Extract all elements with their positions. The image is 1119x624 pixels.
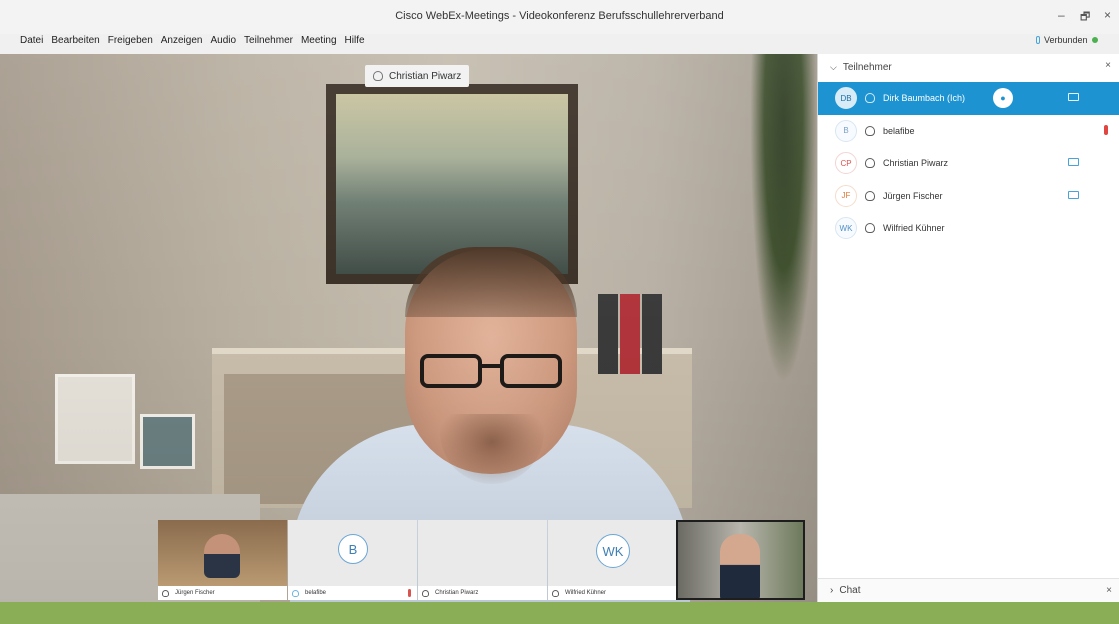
participant-name: Wilfried Kühner bbox=[883, 223, 945, 234]
avatar: WK bbox=[835, 217, 857, 240]
participant-row[interactable]: WK Wilfried Kühner bbox=[818, 212, 1119, 245]
chat-label: Chat bbox=[839, 585, 861, 596]
participant-row[interactable]: DB Dirk Baumbach (Ich) ● bbox=[818, 82, 1119, 115]
chevron-right-icon: › bbox=[830, 585, 834, 596]
participant-name: Christian Piwarz bbox=[883, 158, 949, 169]
participant-name: Jürgen Fischer bbox=[883, 190, 943, 201]
participant-row[interactable]: B belafibe bbox=[818, 115, 1119, 148]
menu-audio[interactable]: Audio bbox=[210, 35, 236, 51]
avatar: DB bbox=[835, 87, 857, 110]
thumbnail-video[interactable] bbox=[676, 520, 805, 600]
avatar: B bbox=[835, 119, 857, 142]
headset-icon bbox=[865, 223, 875, 234]
avatar: WK bbox=[596, 534, 630, 568]
muted-microphone-icon[interactable] bbox=[1104, 124, 1108, 135]
microphone-icon bbox=[1036, 36, 1040, 44]
chevron-down-icon: ⌵ bbox=[830, 61, 837, 72]
main-video[interactable]: Christian Piwarz Jürgen Fischer B belafi… bbox=[0, 54, 817, 602]
thumbnail-avatar[interactable]: B belafibe bbox=[288, 520, 417, 600]
headset-icon bbox=[292, 589, 299, 597]
headset-icon bbox=[865, 93, 875, 104]
avatar: JF bbox=[835, 184, 857, 207]
muted-microphone-icon bbox=[408, 589, 411, 597]
participant-name: Dirk Baumbach (Ich) bbox=[883, 93, 966, 104]
avatar: CP bbox=[835, 152, 857, 175]
participant-row[interactable]: JF Jürgen Fischer bbox=[818, 180, 1119, 213]
chat-close-button[interactable]: × bbox=[1106, 585, 1112, 596]
webex-window: Cisco WebEx-Meetings - Videokonferenz Be… bbox=[0, 0, 1119, 624]
thumbnail-name: belafibe bbox=[305, 590, 327, 596]
headset-icon bbox=[865, 125, 875, 136]
thumbnail-blank[interactable]: Christian Piwarz bbox=[418, 520, 547, 600]
avatar: B bbox=[338, 534, 368, 564]
participant-name: belafibe bbox=[883, 125, 915, 136]
thumbnail-name: Wilfried Kühner bbox=[565, 590, 607, 596]
footer-band bbox=[0, 602, 1119, 624]
minimize-button[interactable]: – bbox=[1058, 8, 1065, 22]
participant-video bbox=[720, 534, 760, 598]
maximize-button[interactable]: 🗗 bbox=[1080, 8, 1090, 27]
headset-icon bbox=[373, 71, 383, 81]
headset-icon bbox=[422, 589, 429, 597]
menu-teilnehmer[interactable]: Teilnehmer bbox=[244, 35, 293, 51]
active-speaker-label: Christian Piwarz bbox=[365, 65, 470, 87]
connection-status[interactable]: Verbunden bbox=[1036, 35, 1098, 45]
thumbnail-video[interactable]: Jürgen Fischer bbox=[158, 520, 287, 600]
participants-panel-title: Teilnehmer bbox=[842, 61, 892, 73]
participant-row[interactable]: CP Christian Piwarz bbox=[818, 147, 1119, 180]
participant-video bbox=[204, 534, 240, 578]
host-icon: ● bbox=[993, 88, 1013, 108]
connection-status-label: Verbunden bbox=[1044, 35, 1088, 45]
participants-panel: ⌵ Teilnehmer × DB Dirk Baumbach (Ich) ● … bbox=[817, 54, 1119, 602]
close-button[interactable]: × bbox=[1104, 8, 1111, 22]
camera-icon bbox=[1068, 93, 1079, 101]
chat-panel-header[interactable]: › Chat × bbox=[818, 578, 1119, 602]
headset-icon bbox=[552, 589, 559, 597]
headset-icon bbox=[865, 158, 875, 169]
menu-datei[interactable]: Datei bbox=[20, 35, 43, 51]
menu-bar: Datei Bearbeiten Freigeben Anzeigen Audi… bbox=[20, 35, 365, 51]
menu-bearbeiten[interactable]: Bearbeiten bbox=[51, 35, 99, 51]
panel-close-button[interactable]: × bbox=[1105, 60, 1111, 71]
participant-list: DB Dirk Baumbach (Ich) ● B belafibe CP C… bbox=[818, 82, 1119, 245]
menu-hilfe[interactable]: Hilfe bbox=[345, 35, 365, 51]
title-bar: Cisco WebEx-Meetings - Videokonferenz Be… bbox=[0, 0, 1119, 34]
menu-anzeigen[interactable]: Anzeigen bbox=[161, 35, 203, 51]
window-title: Cisco WebEx-Meetings - Videokonferenz Be… bbox=[395, 10, 724, 22]
menu-meeting[interactable]: Meeting bbox=[301, 35, 337, 51]
menu-freigeben[interactable]: Freigeben bbox=[108, 35, 153, 51]
thumbnail-name: Jürgen Fischer bbox=[175, 590, 215, 596]
camera-icon bbox=[1068, 190, 1079, 199]
thumbnail-avatar[interactable]: WK Wilfried Kühner bbox=[548, 520, 677, 600]
active-speaker-name: Christian Piwarz bbox=[389, 70, 462, 82]
connected-indicator-icon bbox=[1091, 37, 1098, 43]
camera-icon bbox=[1068, 158, 1079, 166]
thumbnail-name: Christian Piwarz bbox=[435, 590, 479, 596]
headset-icon bbox=[865, 190, 875, 201]
participants-panel-header[interactable]: ⌵ Teilnehmer bbox=[818, 54, 1119, 80]
headset-icon bbox=[162, 589, 169, 597]
